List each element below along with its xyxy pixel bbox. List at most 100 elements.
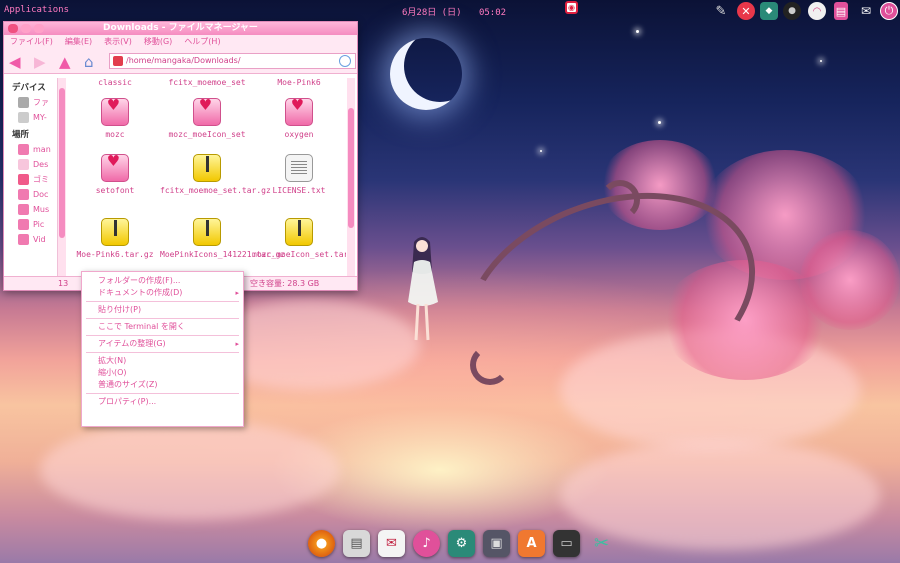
menu-item-open-terminal[interactable]: ここで Terminal を開く <box>82 321 243 333</box>
photos-icon[interactable]: ▣ <box>483 530 510 557</box>
star <box>636 30 639 33</box>
file-item[interactable]: Moe-Pink6.tar.gz <box>68 218 162 259</box>
file-grid-scrollbar[interactable] <box>347 78 355 278</box>
star <box>540 150 542 152</box>
applications-menu[interactable]: Applications <box>4 5 69 15</box>
close-icon[interactable]: ✕ <box>737 2 755 20</box>
android-icon[interactable]: ◆ <box>760 2 778 20</box>
sidebar-item-documents[interactable]: Doc <box>6 187 57 202</box>
file-item[interactable]: mozc <box>68 98 162 139</box>
file-name: mozc <box>105 130 125 139</box>
pen-icon[interactable]: ✎ <box>712 2 730 20</box>
sidebar-heading-places: 場所 <box>12 130 30 140</box>
menu-item-properties[interactable]: プロパティ(P)... <box>82 396 243 408</box>
sidebar-item-desktop[interactable]: Des <box>6 157 57 172</box>
refresh-icon[interactable] <box>339 55 351 67</box>
trash-icon <box>18 174 29 185</box>
printer-icon[interactable]: ▤ <box>343 530 370 557</box>
sidebar-item-filesystem[interactable]: ファ <box>6 95 57 110</box>
clock-time: 05:02 <box>478 8 507 18</box>
menu-separator <box>86 301 239 302</box>
window-titlebar[interactable]: Downloads - ファイルマネージャー <box>4 22 357 35</box>
menu-edit[interactable]: 編集(E) <box>65 35 92 48</box>
file-item[interactable]: mozc_moeIcon_set.tar.gz <box>252 218 346 259</box>
monitor-icon[interactable]: ▭ <box>553 530 580 557</box>
music-icon[interactable]: ♪ <box>413 530 440 557</box>
menu-separator <box>86 318 239 319</box>
tree-curl <box>470 345 510 385</box>
sidebar-scrollbar-thumb[interactable] <box>59 88 65 238</box>
file-item[interactable]: fcitx_moemoe_set.tar.gz <box>160 154 271 195</box>
window-title: Downloads - ファイルマネージャー <box>103 23 258 33</box>
window-close-button[interactable] <box>8 24 18 33</box>
menu-item-paste[interactable]: 貼り付け(P) <box>82 304 243 316</box>
clipboard-icon[interactable]: ▤ <box>834 2 848 20</box>
star <box>658 121 661 124</box>
file-item[interactable]: oxygen <box>252 98 346 139</box>
file-name: classic <box>98 78 132 87</box>
address-path: /home/mangaka/Downloads/ <box>126 56 241 65</box>
sidebar-item-trash[interactable]: ゴミ <box>6 172 57 187</box>
file-item[interactable]: mozc_moeIcon_set <box>160 98 254 139</box>
notification-icon[interactable]: ◉ <box>565 1 578 14</box>
documents-folder-icon <box>18 189 29 200</box>
menu-view[interactable]: 表示(V) <box>104 35 132 48</box>
blossom <box>800 230 900 330</box>
menu-go[interactable]: 移動(G) <box>144 35 172 48</box>
sidebar-item-usb[interactable]: MY- <box>6 110 57 125</box>
sidebar-item-music[interactable]: Mus <box>6 202 57 217</box>
file-name: fcitx_moemoe_set <box>168 78 246 87</box>
address-bar[interactable]: /home/mangaka/Downloads/ <box>109 53 356 69</box>
heart-folder-icon <box>101 154 129 182</box>
back-arrow-icon[interactable]: ◀ <box>9 53 21 71</box>
girl-figure <box>408 237 438 341</box>
menu-file[interactable]: ファイル(F) <box>10 35 53 48</box>
up-arrow-icon[interactable]: ▲ <box>59 53 71 71</box>
top-panel: Applications 6月28日 (日) 05:02 ◉ ✎ ✕ ◆ ● ◠… <box>0 0 900 22</box>
file-item[interactable]: setofont <box>68 154 162 195</box>
window-maximize-button[interactable] <box>34 24 44 33</box>
menu-item-create-document[interactable]: ドキュメントの作成(D) ▸ <box>82 287 243 299</box>
scissors-icon[interactable]: ✂ <box>588 530 615 557</box>
menu-item-normal-size[interactable]: 普通のサイズ(Z) <box>82 379 243 391</box>
desktop-icon <box>18 159 29 170</box>
file-item[interactable]: LICENSE.txt <box>252 154 346 195</box>
firefox-icon[interactable]: ● <box>308 530 335 557</box>
file-name: LICENSE.txt <box>272 186 326 195</box>
forward-arrow-icon[interactable]: ▶ <box>34 53 46 71</box>
settings-icon[interactable]: ⚙ <box>448 530 475 557</box>
menu-item-zoom-in[interactable]: 拡大(N) <box>82 355 243 367</box>
pictures-folder-icon <box>18 219 29 230</box>
mail-icon[interactable]: ✉ <box>857 2 875 20</box>
text-file-icon <box>285 154 313 182</box>
menu-item-arrange-items[interactable]: アイテムの整理(G) ▸ <box>82 338 243 350</box>
file-item[interactable]: fcitx_moemoe_set <box>160 78 254 87</box>
sidebar-item-pictures[interactable]: Pic <box>6 217 57 232</box>
dock: ● ▤ ✉ ♪ ⚙ ▣ A ▭ ✂ <box>308 530 615 560</box>
menu-separator <box>86 335 239 336</box>
appstore-icon[interactable]: A <box>518 530 545 557</box>
sidebar-item-home[interactable]: man <box>6 142 57 157</box>
archive-icon <box>193 218 221 246</box>
power-icon[interactable]: ⏻ <box>880 2 898 20</box>
mail-icon[interactable]: ✉ <box>378 530 405 557</box>
archive-icon <box>193 154 221 182</box>
camera-icon[interactable]: ● <box>783 2 801 20</box>
file-item[interactable]: MoePinkIcons_141221.tar.gz <box>160 218 285 259</box>
wifi-icon[interactable]: ◠ <box>808 2 826 20</box>
toolbar: ◀ ▶ ▲ ⌂ /home/mangaka/Downloads/ <box>4 48 357 74</box>
menu-help[interactable]: ヘルプ(H) <box>184 35 220 48</box>
menu-item-create-folder[interactable]: フォルダーの作成(F)... <box>82 275 243 287</box>
clock[interactable]: 6月28日 (日) 05:02 <box>402 5 518 18</box>
menu-item-zoom-out[interactable]: 縮小(O) <box>82 367 243 379</box>
file-item[interactable]: classic <box>68 78 162 87</box>
window-minimize-button[interactable] <box>21 24 31 33</box>
sidebar-item-videos[interactable]: Vid <box>6 232 57 247</box>
sidebar-scrollbar[interactable] <box>58 78 66 278</box>
home-icon[interactable]: ⌂ <box>84 53 94 71</box>
menu-separator <box>86 393 239 394</box>
file-grid-scrollbar-thumb[interactable] <box>348 108 354 228</box>
drive-icon <box>18 97 29 108</box>
file-item[interactable]: Moe-Pink6 <box>252 78 346 87</box>
file-grid: classic fcitx_moemoe_set Moe-Pink6 mozc … <box>66 78 346 278</box>
